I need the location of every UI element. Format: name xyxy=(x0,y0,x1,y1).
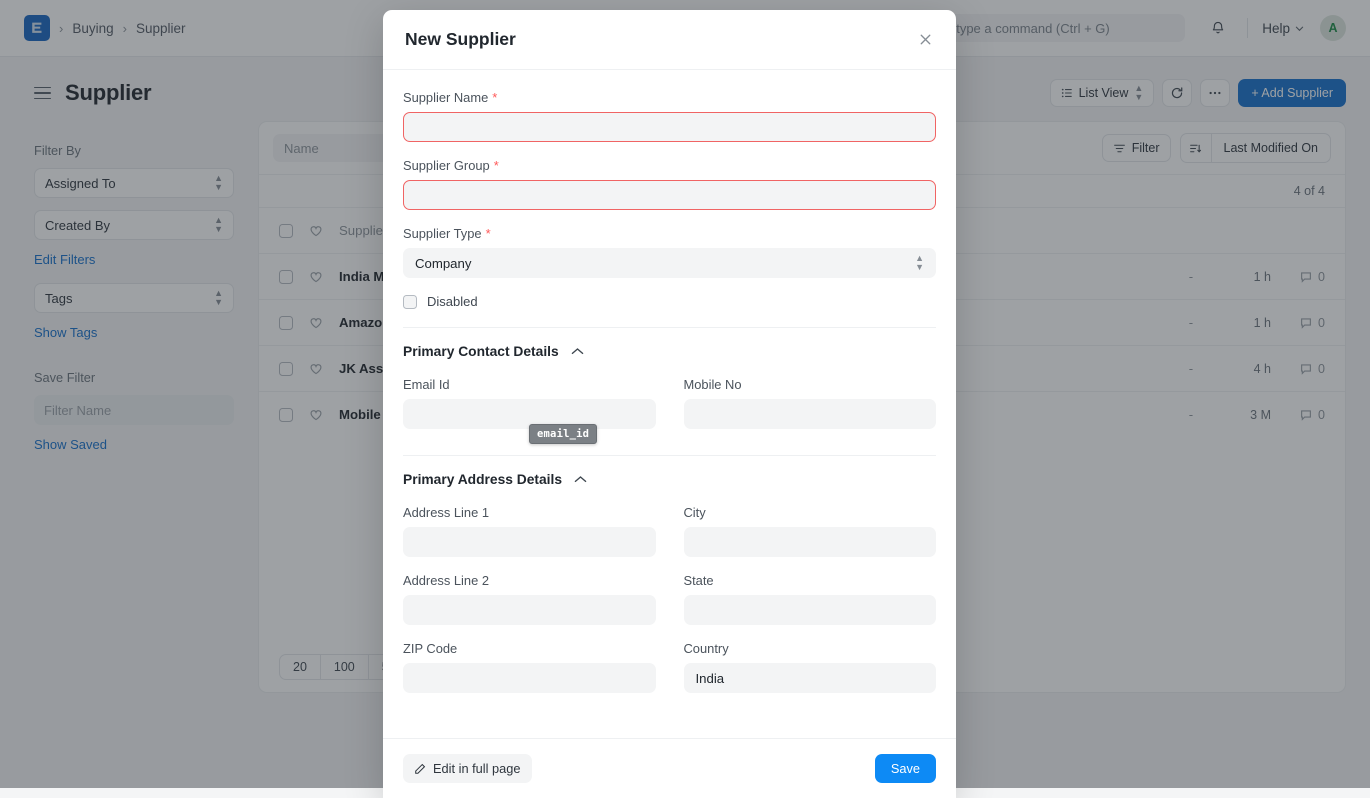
section-title: Primary Address Details xyxy=(403,472,562,487)
section-primary-address-details[interactable]: Primary Address Details xyxy=(403,472,936,487)
section-primary-contact-details[interactable]: Primary Contact Details xyxy=(403,344,936,359)
city-label: City xyxy=(684,505,937,520)
field-address-line-1: Address Line 1 xyxy=(403,505,656,557)
supplier-type-select[interactable]: Company ▲▼ xyxy=(403,248,936,278)
field-supplier-type: Supplier Type * Company ▲▼ xyxy=(403,226,936,278)
mobile-no-input[interactable] xyxy=(684,399,937,429)
field-zip-code: ZIP Code xyxy=(403,641,656,693)
disabled-checkbox[interactable] xyxy=(403,295,417,309)
address-fields-grid: Address Line 1 City Address Line 2 State xyxy=(403,505,936,709)
supplier-name-label: Supplier Name * xyxy=(403,90,936,105)
supplier-group-label-text: Supplier Group xyxy=(403,158,490,173)
country-input[interactable]: India xyxy=(684,663,937,693)
section-title: Primary Contact Details xyxy=(403,344,559,359)
state-label: State xyxy=(684,573,937,588)
field-country: Country India xyxy=(684,641,937,693)
address-line-2-input[interactable] xyxy=(403,595,656,625)
tooltip-text: email_id xyxy=(537,428,589,440)
new-supplier-dialog: New Supplier Supplier Name * Supplier Gr… xyxy=(383,10,956,798)
address-line-2-label: Address Line 2 xyxy=(403,573,656,588)
zip-code-label: ZIP Code xyxy=(403,641,656,656)
required-asterisk: * xyxy=(494,159,499,172)
dialog-title: New Supplier xyxy=(405,29,516,50)
address-line-1-input[interactable] xyxy=(403,527,656,557)
country-label: Country xyxy=(684,641,937,656)
supplier-type-label-text: Supplier Type xyxy=(403,226,482,241)
field-city: City xyxy=(684,505,937,557)
dialog-body: Supplier Name * Supplier Group * Supplie… xyxy=(383,70,956,738)
supplier-type-value: Company xyxy=(415,256,471,271)
field-mobile-no: Mobile No xyxy=(684,377,937,429)
address-line-1-label: Address Line 1 xyxy=(403,505,656,520)
city-input[interactable] xyxy=(684,527,937,557)
email-id-tooltip: email_id xyxy=(529,424,597,444)
mobile-no-label: Mobile No xyxy=(684,377,937,392)
field-email-id: Email Id xyxy=(403,377,656,429)
required-asterisk: * xyxy=(486,227,491,240)
supplier-type-label: Supplier Type * xyxy=(403,226,936,241)
required-asterisk: * xyxy=(492,91,497,104)
supplier-name-label-text: Supplier Name xyxy=(403,90,488,105)
field-disabled[interactable]: Disabled xyxy=(403,294,936,309)
contact-fields-grid: Email Id Mobile No xyxy=(403,377,936,445)
section-divider xyxy=(403,327,936,328)
field-state: State xyxy=(684,573,937,625)
chevron-up-icon[interactable] xyxy=(574,475,587,484)
email-id-label: Email Id xyxy=(403,377,656,392)
zip-code-input[interactable] xyxy=(403,663,656,693)
supplier-group-label: Supplier Group * xyxy=(403,158,936,173)
field-address-line-2: Address Line 2 xyxy=(403,573,656,625)
supplier-group-input[interactable] xyxy=(403,180,936,210)
dialog-footer: Edit in full page Save xyxy=(383,738,956,798)
close-icon[interactable] xyxy=(917,31,934,48)
edit-in-full-page-label: Edit in full page xyxy=(433,761,521,776)
chevron-updown-icon: ▲▼ xyxy=(915,254,924,272)
pencil-icon xyxy=(414,763,426,775)
dialog-scrollbar[interactable] xyxy=(951,132,954,738)
field-supplier-name: Supplier Name * xyxy=(403,90,936,142)
disabled-label: Disabled xyxy=(427,294,478,309)
field-supplier-group: Supplier Group * xyxy=(403,158,936,210)
save-label: Save xyxy=(891,761,920,776)
chevron-up-icon[interactable] xyxy=(571,347,584,356)
dialog-header: New Supplier xyxy=(383,10,956,70)
state-input[interactable] xyxy=(684,595,937,625)
country-value: India xyxy=(696,671,725,686)
section-divider xyxy=(403,455,936,456)
save-button[interactable]: Save xyxy=(875,754,936,783)
supplier-name-input[interactable] xyxy=(403,112,936,142)
edit-in-full-page-button[interactable]: Edit in full page xyxy=(403,754,532,783)
